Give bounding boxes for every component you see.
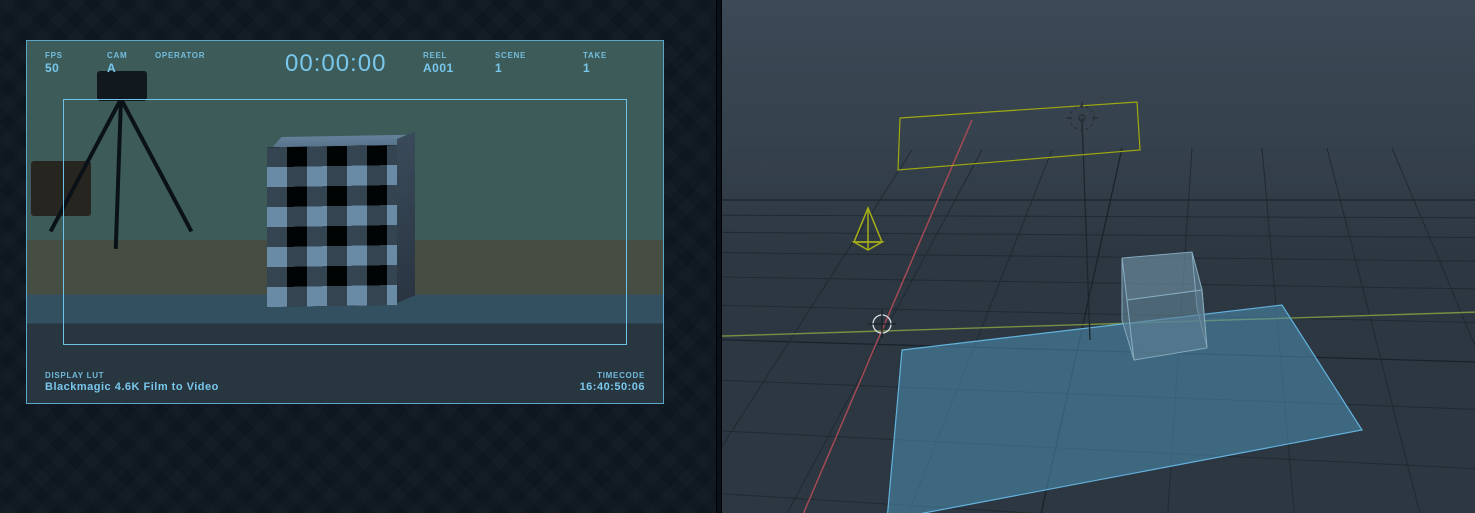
hud-operator-label: OPERATOR: [155, 51, 205, 60]
camera-frustum[interactable]: [898, 102, 1140, 170]
light-pole: [1082, 118, 1090, 340]
hud-scene: SCENE 1: [495, 51, 526, 75]
hud-timecode-value: 16:40:50:06: [580, 381, 645, 393]
3d-cursor-icon[interactable]: [868, 310, 896, 338]
hud-fps-value: 50: [45, 61, 63, 75]
camera-monitor-pane: FPS 50 CAM A OPERATOR 00:00:00 REEL A001: [0, 0, 716, 513]
hud-operator: OPERATOR: [155, 51, 205, 61]
app-root: FPS 50 CAM A OPERATOR 00:00:00 REEL A001: [0, 0, 1475, 513]
monitor-hud: FPS 50 CAM A OPERATOR 00:00:00 REEL A001: [27, 41, 663, 403]
hud-timecode-small: TIMECODE 16:40:50:06: [580, 371, 645, 393]
hud-lut-label: DISPLAY LUT: [45, 371, 219, 380]
hud-reel-label: REEL: [423, 51, 454, 60]
hud-display-lut: DISPLAY LUT Blackmagic 4.6K Film to Vide…: [45, 371, 219, 393]
hud-take: TAKE 1: [583, 51, 607, 75]
hud-timecode-label: TIMECODE: [580, 371, 645, 380]
viewport-canvas[interactable]: [722, 0, 1475, 513]
hud-lut-value: Blackmagic 4.6K Film to Video: [45, 381, 219, 393]
hud-scene-label: SCENE: [495, 51, 526, 60]
hud-reel: REEL A001: [423, 51, 454, 75]
hud-take-value: 1: [583, 61, 607, 75]
cube-mesh[interactable]: [1122, 252, 1207, 360]
hud-reel-value: A001: [423, 61, 454, 75]
camera-icon[interactable]: [854, 208, 882, 250]
hud-cam-value: A: [107, 61, 127, 75]
hud-cam: CAM A: [107, 51, 127, 75]
ground-plane[interactable]: [887, 305, 1362, 513]
3d-viewport[interactable]: [722, 0, 1475, 513]
hud-take-label: TAKE: [583, 51, 607, 60]
hud-timecode-large-value: 00:00:00: [285, 50, 386, 78]
hud-fps-label: FPS: [45, 51, 63, 60]
hud-scene-value: 1: [495, 61, 526, 75]
hud-fps: FPS 50: [45, 51, 63, 75]
camera-monitor[interactable]: FPS 50 CAM A OPERATOR 00:00:00 REEL A001: [26, 40, 664, 404]
hud-cam-label: CAM: [107, 51, 127, 60]
hud-timecode-large: 00:00:00: [285, 49, 386, 78]
